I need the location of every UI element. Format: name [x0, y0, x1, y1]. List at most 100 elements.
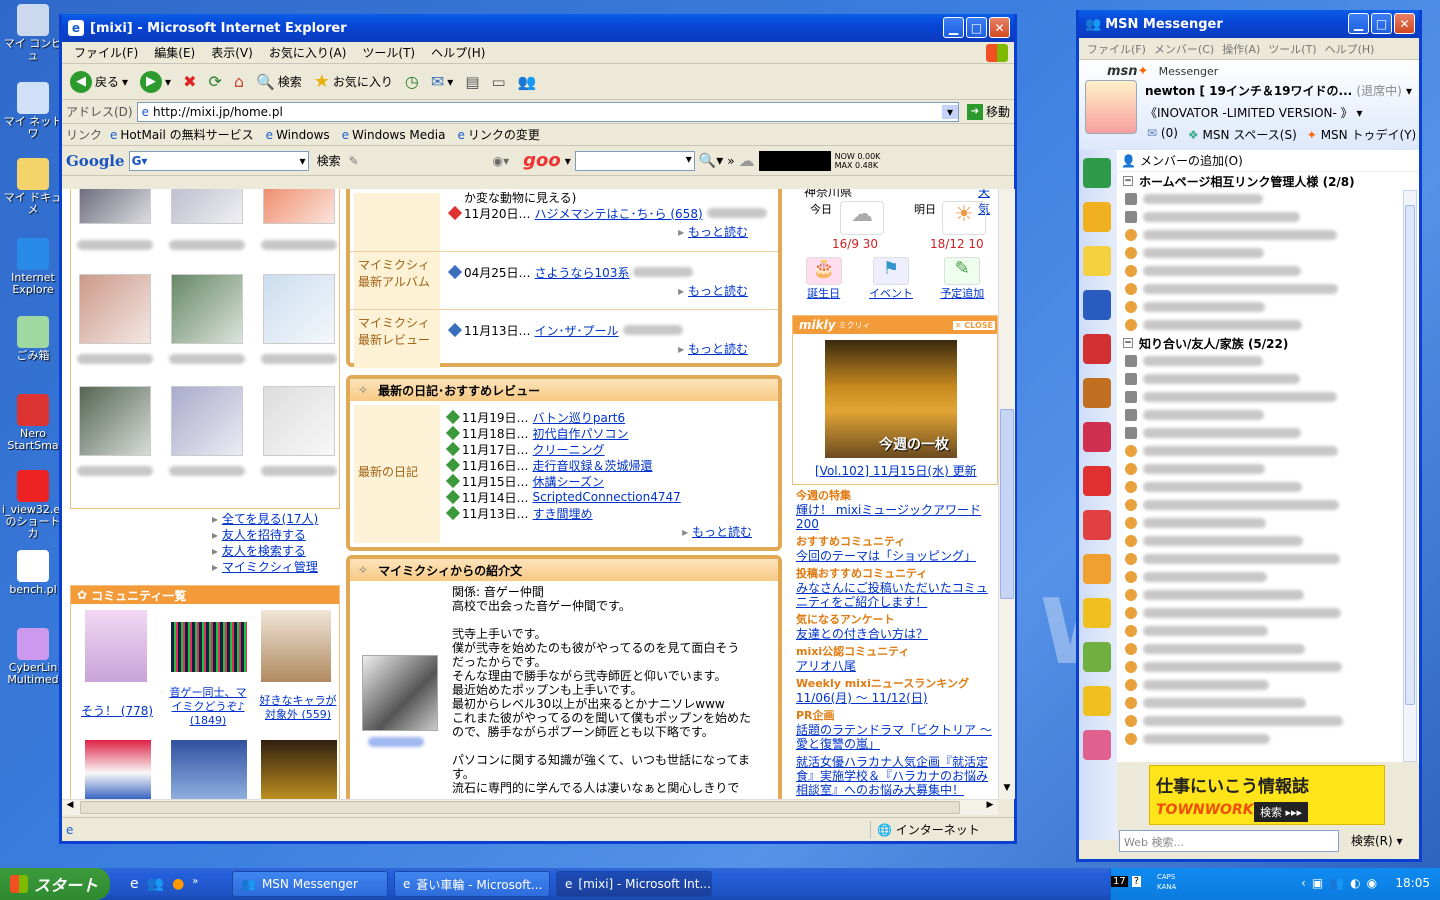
collapse-icon[interactable]: −	[1123, 176, 1133, 186]
music-tab-icon[interactable]	[1083, 598, 1111, 628]
more-chevron-icon[interactable]: »	[727, 154, 734, 168]
community-thumb[interactable]	[171, 740, 247, 799]
forward-button[interactable]: ▶ ▾	[136, 70, 175, 93]
news-link[interactable]: 11/06(月) 〜 11/12(日)	[796, 691, 998, 705]
history-button[interactable]: ◷	[401, 72, 423, 91]
tray-expand-icon[interactable]: ‹	[1301, 876, 1306, 890]
match-tab-icon[interactable]	[1083, 466, 1111, 496]
community-thumb[interactable]	[171, 622, 247, 672]
taskbar-item[interactable]: 👥 MSN Messenger	[232, 871, 388, 897]
contact-item[interactable]	[1117, 532, 1419, 550]
friend-photo[interactable]	[263, 274, 335, 344]
townwork-ad[interactable]: 仕事にいこう情報誌 TOWNWORK 検索 ▸▸▸	[1149, 765, 1385, 825]
contact-item[interactable]	[1117, 568, 1419, 586]
minimize-button[interactable]: ▁	[943, 17, 964, 38]
start-button[interactable]: スタート	[0, 868, 110, 900]
dhc-tab-icon[interactable]	[1083, 290, 1111, 320]
menu-edit[interactable]: 編集(E)	[146, 44, 203, 61]
link-invite-friend[interactable]: ▸ 友人を招待する	[212, 527, 318, 543]
taskbar-item[interactable]: e 蒼い車輪 - Microsoft...	[394, 871, 550, 897]
bell-tab-icon[interactable]	[1083, 202, 1111, 232]
mail-button[interactable]: ✉ ▾	[427, 72, 457, 91]
google-search-button[interactable]: 検索	[313, 152, 345, 169]
contact-item[interactable]	[1117, 226, 1419, 244]
contact-item[interactable]	[1117, 406, 1419, 424]
contact-item[interactable]	[1117, 604, 1419, 622]
news-link[interactable]: アリオ八尾	[796, 659, 998, 673]
community-name[interactable]: 音ゲー同士、マイミクどうぞ♪ (1849)	[165, 686, 251, 728]
menu-favorites[interactable]: お気に入り(A)	[261, 44, 355, 61]
contact-item[interactable]	[1117, 730, 1419, 748]
community-thumb[interactable]	[85, 740, 151, 799]
volume-tray-icon[interactable]: ◐	[1350, 876, 1360, 890]
edit-button[interactable]: ▭	[488, 73, 510, 91]
present-tab-icon[interactable]	[1083, 554, 1111, 584]
friend-photo[interactable]	[263, 189, 335, 224]
friend-photo[interactable]	[263, 386, 335, 456]
quicklaunch-more-icon[interactable]: »	[192, 876, 198, 892]
community-name[interactable]: 好きなキャラが対象外 (559)	[255, 694, 341, 722]
address-input[interactable]: e http://mixi.jp/home.pl ▾	[136, 101, 959, 122]
contact-item[interactable]	[1117, 370, 1419, 388]
add-schedule-link[interactable]: ✎ 予定追加	[940, 257, 984, 311]
google-search-input[interactable]: G▾ ▾	[128, 150, 309, 171]
contact-item[interactable]	[1117, 640, 1419, 658]
friend-name-blurred[interactable]	[169, 466, 245, 476]
maximize-button[interactable]: □	[966, 17, 987, 38]
contact-item[interactable]	[1117, 586, 1419, 604]
goo-search-icon[interactable]: 🔍▾	[699, 153, 723, 169]
friend-photo[interactable]	[79, 274, 151, 344]
weekly-photo[interactable]: 今週の一枚	[825, 340, 957, 458]
contact-item[interactable]	[1117, 496, 1419, 514]
abc-tab-icon[interactable]	[1083, 642, 1111, 672]
community-thumb[interactable]	[85, 610, 147, 682]
menu-file[interactable]: ファイル(F)	[66, 44, 146, 61]
desktop-icon[interactable]: マイ コンピュ	[2, 4, 64, 62]
friend-photo[interactable]	[171, 189, 243, 224]
desktop-icon[interactable]: マイ ネットワ	[2, 82, 64, 140]
desktop-icon[interactable]: ごみ箱	[2, 316, 64, 362]
diary-entry[interactable]: 11月14日… ScriptedConnection4747	[445, 489, 681, 505]
friend-name-blurred[interactable]	[261, 354, 337, 364]
friend-photo[interactable]	[171, 386, 243, 456]
minimize-button[interactable]: ▁	[1348, 13, 1369, 34]
link-customize[interactable]: e リンクの変更	[453, 126, 543, 143]
birthday-link[interactable]: 🎂 誕生日	[805, 257, 842, 311]
menu-tools[interactable]: ツール(T)	[354, 44, 423, 61]
contact-item[interactable]	[1117, 478, 1419, 496]
activity-entry[interactable]: 11月20日… ハジメマシテはこ･ち･ら (658)	[447, 205, 767, 221]
security-tray-icon[interactable]: ◉	[1367, 876, 1377, 890]
contact-item[interactable]	[1117, 352, 1419, 370]
diary-entry[interactable]: 11月17日… クリーニング	[445, 441, 681, 457]
contact-item[interactable]	[1117, 514, 1419, 532]
friend-name-blurred[interactable]	[77, 240, 153, 250]
refresh-button[interactable]: ⟳	[204, 72, 225, 91]
community-thumb[interactable]	[261, 610, 331, 682]
menu-help[interactable]: ヘルプ(H)	[423, 44, 493, 61]
web-search-input[interactable]: Web 検索...	[1119, 830, 1339, 852]
menu-view[interactable]: 表示(V)	[203, 44, 261, 61]
menu-help[interactable]: ヘルプ(H)	[1321, 41, 1379, 57]
face-tab-icon[interactable]	[1083, 246, 1111, 276]
print-button[interactable]: ▤	[461, 73, 483, 91]
messenger-quicklaunch-icon[interactable]: 👥	[147, 876, 164, 892]
messenger-button[interactable]: 👥	[514, 73, 541, 91]
close-button[interactable]: ✕	[1394, 13, 1415, 34]
friend-name-blurred[interactable]	[77, 354, 153, 364]
game-tab-icon[interactable]	[1083, 422, 1111, 452]
contact-item[interactable]	[1117, 280, 1419, 298]
contact-item[interactable]	[1117, 388, 1419, 406]
ie-quicklaunch-icon[interactable]: e	[130, 876, 139, 892]
mail-link[interactable]: ✉ (0)	[1147, 126, 1178, 143]
back-button[interactable]: ◀ 戻る ▾	[66, 70, 132, 93]
link-search-friend[interactable]: ▸ 友人を検索する	[212, 543, 318, 559]
star-tab-icon[interactable]	[1083, 686, 1111, 716]
mikly-close-button[interactable]: ✕ CLOSE	[952, 320, 995, 330]
more-link[interactable]: ▸ もっと読む	[678, 340, 748, 357]
scroll-down-arrow[interactable]: ▼	[999, 783, 1015, 799]
friend-name-blurred[interactable]	[261, 240, 337, 250]
address-dropdown-icon[interactable]: ▾	[941, 104, 958, 119]
contact-item[interactable]	[1117, 424, 1419, 442]
intro-friend-photo[interactable]	[362, 655, 438, 731]
news-link[interactable]: 友達との付き合い方は？	[796, 627, 998, 641]
